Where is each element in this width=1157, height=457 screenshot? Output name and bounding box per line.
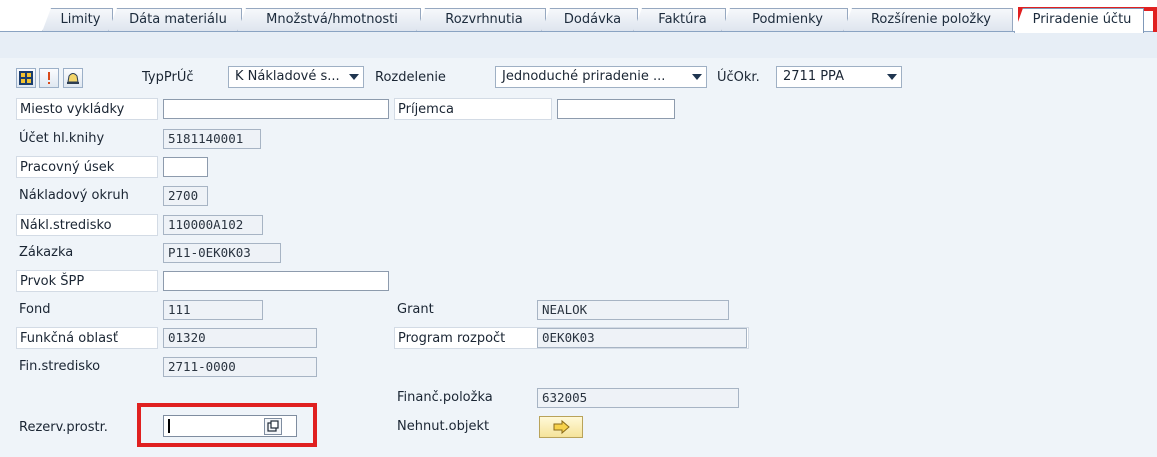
typpruc-label: TypPrÚč (142, 70, 194, 85)
label-fond: Fond (19, 302, 51, 317)
typpruc-value: K Nákladové s... (235, 69, 340, 84)
label-fin-stredisko: Fin.stredisko (19, 359, 101, 374)
nehnut-objekt-button[interactable] (539, 416, 583, 438)
label-prvok-spp: Prvok ŠPP (16, 270, 158, 292)
bell-icon (67, 73, 79, 84)
rozdelenie-value: Jednoduché priradenie ... (502, 69, 666, 84)
chevron-down-icon (349, 74, 359, 80)
grant-field[interactable]: NEALOK (537, 300, 729, 320)
label-nakladovy-okruh: Nákladový okruh (19, 188, 129, 203)
typpruc-dropdown[interactable]: K Nákladové s... (228, 66, 364, 88)
tab-rozsirenie-polozky[interactable]: Rozšírenie položky (843, 8, 1013, 32)
ucokr-label: ÚčOkr. (717, 70, 760, 85)
chevron-down-icon (887, 74, 897, 80)
ucokr-dropdown[interactable]: 2711 PPA (776, 66, 902, 88)
prijemca-field[interactable] (557, 99, 675, 119)
tab-priradenie-uctu[interactable]: Priradenie účtu (1014, 8, 1144, 33)
nakladovy-okruh-field[interactable]: 2700 (163, 186, 208, 206)
label-pracovny-usek: Pracovný úsek (16, 156, 158, 178)
label-zakazka: Zákazka (19, 245, 74, 260)
prvok-spp-field[interactable] (163, 271, 389, 291)
label-miesto-vykladky: Miesto vykládky (16, 98, 158, 120)
label-funkcna-oblast: Funkčná oblasť (16, 327, 158, 349)
rozdelenie-dropdown[interactable]: Jednoduché priradenie ... (495, 66, 707, 88)
grid-table-button[interactable] (16, 68, 36, 88)
tab-dodavka[interactable]: Dodávka (541, 8, 638, 32)
label-nehnut-objekt: Nehnut.objekt (397, 419, 490, 434)
fond-field[interactable]: 111 (163, 300, 263, 320)
fin-stredisko-field[interactable]: 2711-0000 (163, 357, 317, 377)
tab-faktura[interactable]: Faktúra (633, 8, 726, 32)
info-exclamation-icon (48, 72, 50, 84)
value-help-icon (267, 420, 279, 432)
label-grant: Grant (397, 302, 434, 317)
label-nakl-stredisko: Nákl.stredisko (16, 214, 158, 236)
grid-table-icon (19, 71, 33, 85)
label-ucet-hl-knihy: Účet hl.knihy (19, 131, 105, 146)
miesto-vykladky-field[interactable] (163, 99, 389, 119)
text-cursor (168, 419, 170, 433)
label-rezerv-prostr: Rezerv.prostr. (19, 420, 108, 435)
ucet-hl-knihy-field[interactable]: 5181140001 (163, 129, 261, 149)
tab-rozvrhnutia[interactable]: Rozvrhnutia (416, 8, 546, 32)
header-band (0, 32, 1157, 58)
program-rozpoct-field[interactable]: 0EK0K03 (537, 328, 747, 348)
financ-polozka-field[interactable]: 632005 (537, 388, 739, 408)
bell-button[interactable] (63, 68, 83, 88)
tab-mnozstva-hmotnosti[interactable]: Množstvá/hmotnosti (237, 8, 421, 32)
ucokr-value: 2711 PPA (783, 69, 844, 84)
tab-limity[interactable]: Limity (42, 8, 113, 32)
tab-strip: Limity Dáta materiálu Množstvá/hmotnosti… (0, 0, 1157, 33)
funkcna-oblast-field[interactable]: 01320 (163, 328, 317, 348)
label-prijemca: Príjemca (394, 98, 552, 120)
nakl-stredisko-field[interactable]: 110000A102 (163, 215, 263, 235)
rozdelenie-label: Rozdelenie (375, 70, 446, 85)
zakazka-field[interactable]: P11-0EK0K03 (163, 243, 281, 263)
value-help-button[interactable] (264, 418, 282, 435)
tab-data-materialu[interactable]: Dáta materiálu (108, 8, 242, 32)
tab-podmienky[interactable]: Podmienky (721, 8, 848, 32)
account-assignment-form: TypPrÚč K Nákladové s... Rozdelenie Jedn… (0, 58, 1157, 457)
pracovny-usek-field[interactable] (163, 157, 208, 177)
info-exclamation-button[interactable] (39, 68, 59, 88)
arrow-right-icon (553, 419, 570, 435)
chevron-down-icon (692, 74, 702, 80)
label-financ-polozka: Finanč.položka (397, 390, 493, 405)
